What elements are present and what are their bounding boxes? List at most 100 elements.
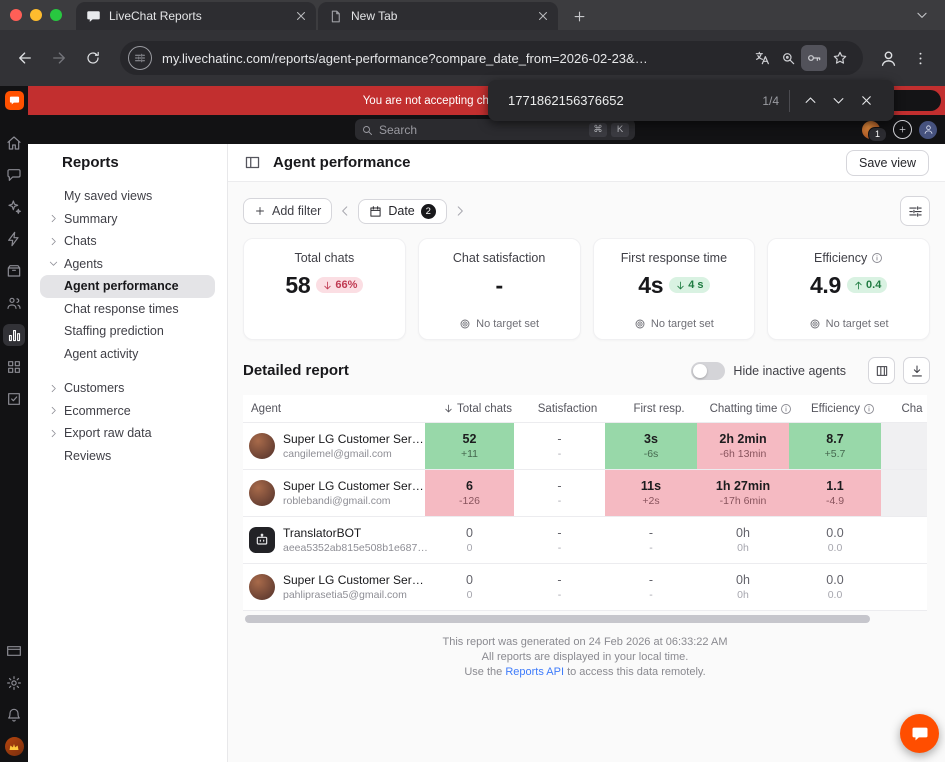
table-cell bbox=[881, 423, 927, 469]
rail-automation-icon[interactable] bbox=[1, 223, 27, 255]
url-text[interactable]: my.livechatinc.com/reports/agent-perform… bbox=[162, 51, 749, 66]
table-cell: -- bbox=[648, 526, 654, 554]
lens-search-icon[interactable] bbox=[775, 45, 801, 71]
sidebar-item-staffing-prediction[interactable]: Staffing prediction bbox=[40, 320, 217, 343]
sidebar-item-customers[interactable]: Customers bbox=[40, 377, 217, 400]
invite-agent-button[interactable] bbox=[893, 120, 912, 139]
sliders-icon bbox=[908, 204, 923, 219]
profile-menu-icon[interactable] bbox=[919, 120, 937, 139]
browser-tab-livechat[interactable]: LiveChat Reports bbox=[76, 2, 316, 30]
browser-tab-newtab[interactable]: New Tab bbox=[318, 2, 558, 30]
global-search-input[interactable]: Search ⌘ K bbox=[355, 119, 635, 140]
info-icon[interactable] bbox=[863, 403, 875, 415]
sidebar-item-chat-response-times[interactable]: Chat response times bbox=[40, 298, 217, 321]
tab-search-button[interactable] bbox=[911, 4, 933, 26]
close-tab-icon[interactable] bbox=[294, 9, 308, 23]
collapse-sidebar-icon[interactable] bbox=[244, 154, 261, 171]
metric-efficiency[interactable]: Efficiency 4.9 0.4 No target set bbox=[767, 238, 930, 340]
add-filter-button[interactable]: Add filter bbox=[243, 198, 333, 224]
scrollbar-thumb[interactable] bbox=[245, 615, 870, 623]
agent-email: pahliprasetia5@gmail.com bbox=[283, 589, 407, 601]
horizontal-scrollbar[interactable] bbox=[243, 615, 927, 623]
minimize-window-button[interactable] bbox=[30, 9, 42, 21]
page-title: Agent performance bbox=[273, 154, 411, 171]
rail-home-icon[interactable] bbox=[1, 127, 27, 159]
rail-reports-icon[interactable] bbox=[1, 319, 27, 351]
browser-profile-icon[interactable] bbox=[875, 45, 901, 71]
sidebar-item-agents[interactable]: Agents bbox=[40, 253, 217, 276]
rail-ai-icon[interactable] bbox=[1, 191, 27, 223]
column-satisfaction[interactable]: Satisfaction bbox=[522, 403, 613, 415]
date-filter-chip[interactable]: Date 2 bbox=[358, 198, 447, 224]
rail-apps-icon[interactable] bbox=[1, 351, 27, 383]
find-next-button[interactable] bbox=[824, 87, 852, 115]
column-cut-off[interactable]: Cha bbox=[889, 403, 935, 415]
column-picker-button[interactable] bbox=[868, 357, 895, 384]
table-row[interactable]: Super LG Customer Service 03 roblebandi@… bbox=[243, 469, 927, 516]
metric-chat-satisfaction[interactable]: Chat satisfaction - No target set bbox=[417, 238, 581, 340]
rail-tasks-icon[interactable] bbox=[1, 383, 27, 415]
back-button[interactable] bbox=[10, 43, 40, 73]
column-agent[interactable]: Agent bbox=[243, 403, 433, 415]
reload-button[interactable] bbox=[78, 43, 108, 73]
rail-team-icon[interactable] bbox=[1, 287, 27, 319]
forward-button[interactable] bbox=[44, 43, 74, 73]
sidebar-item-agent-performance[interactable]: Agent performance bbox=[40, 275, 215, 298]
column-total-chats[interactable]: Total chats bbox=[433, 403, 522, 415]
sidebar-item-agent-activity[interactable]: Agent activity bbox=[40, 343, 217, 366]
arrow-down-icon bbox=[675, 280, 686, 291]
sidebar-item-summary[interactable]: Summary bbox=[40, 208, 217, 231]
find-close-button[interactable] bbox=[852, 87, 880, 115]
table-row[interactable]: Super LG Customer Service 02 cangilemel@… bbox=[243, 422, 927, 469]
livechat-logo[interactable] bbox=[4, 91, 24, 110]
find-previous-button[interactable] bbox=[796, 87, 824, 115]
sidebar-item-reviews[interactable]: Reviews bbox=[40, 445, 217, 468]
tab-title: New Tab bbox=[351, 9, 398, 23]
translate-icon[interactable] bbox=[749, 45, 775, 71]
rail-archives-icon[interactable] bbox=[1, 255, 27, 287]
table-cell: -- bbox=[557, 573, 562, 601]
find-query-input[interactable]: 1771862156376652 bbox=[508, 93, 762, 108]
app-frame: You are not accepting chats, but custome… bbox=[0, 86, 945, 762]
address-bar[interactable]: my.livechatinc.com/reports/agent-perform… bbox=[120, 41, 863, 75]
rail-chats-icon[interactable] bbox=[1, 159, 27, 191]
table-row[interactable]: Super LG Customer Service 01 pahlipraset… bbox=[243, 563, 927, 611]
rail-billing-icon[interactable] bbox=[1, 635, 27, 667]
table-cell bbox=[881, 517, 927, 563]
agent-status-avatar[interactable]: 1 bbox=[862, 120, 887, 142]
next-period-icon[interactable] bbox=[453, 204, 467, 218]
hide-inactive-agents-toggle[interactable] bbox=[691, 361, 726, 380]
sidebar-item-export-raw-data[interactable]: Export raw data bbox=[40, 422, 217, 445]
rail-settings-icon[interactable] bbox=[1, 667, 27, 699]
livechat-widget-button[interactable] bbox=[900, 714, 939, 753]
sidebar-item-ecommerce[interactable]: Ecommerce bbox=[40, 400, 217, 423]
newtab-favicon bbox=[328, 9, 343, 24]
password-manager-icon[interactable] bbox=[801, 45, 827, 71]
column-first-response[interactable]: First resp. bbox=[613, 403, 705, 415]
download-report-button[interactable] bbox=[903, 357, 930, 384]
browser-menu-icon[interactable] bbox=[905, 43, 935, 73]
column-efficiency[interactable]: Efficiency bbox=[797, 403, 889, 415]
bookmark-star-icon[interactable] bbox=[827, 45, 853, 71]
maximize-window-button[interactable] bbox=[50, 9, 62, 21]
table-row[interactable]: TranslatorBOT aeea5352ab815e508b1e687701… bbox=[243, 516, 927, 563]
close-tab-icon[interactable] bbox=[536, 9, 550, 23]
info-icon[interactable] bbox=[780, 403, 792, 415]
sidebar-item-chats[interactable]: Chats bbox=[40, 230, 217, 253]
search-icon bbox=[361, 124, 373, 136]
column-chatting-time[interactable]: Chatting time bbox=[705, 403, 797, 415]
save-view-button[interactable]: Save view bbox=[846, 149, 929, 176]
user-avatar[interactable] bbox=[4, 737, 24, 756]
sidebar-item-saved-views[interactable]: My saved views bbox=[40, 185, 217, 208]
info-icon[interactable] bbox=[871, 252, 883, 264]
new-tab-button[interactable] bbox=[566, 3, 592, 29]
previous-period-icon[interactable] bbox=[338, 204, 352, 218]
site-info-icon[interactable] bbox=[128, 46, 152, 70]
close-window-button[interactable] bbox=[10, 9, 22, 21]
reports-api-link[interactable]: Reports API bbox=[505, 666, 564, 678]
target-icon bbox=[634, 318, 646, 330]
rail-notifications-icon[interactable] bbox=[1, 699, 27, 731]
metric-first-response-time[interactable]: First response time 4s 4 s No target set bbox=[592, 238, 756, 340]
report-settings-button[interactable] bbox=[900, 196, 930, 226]
metric-total-chats[interactable]: Total chats 58 66% bbox=[243, 238, 406, 340]
